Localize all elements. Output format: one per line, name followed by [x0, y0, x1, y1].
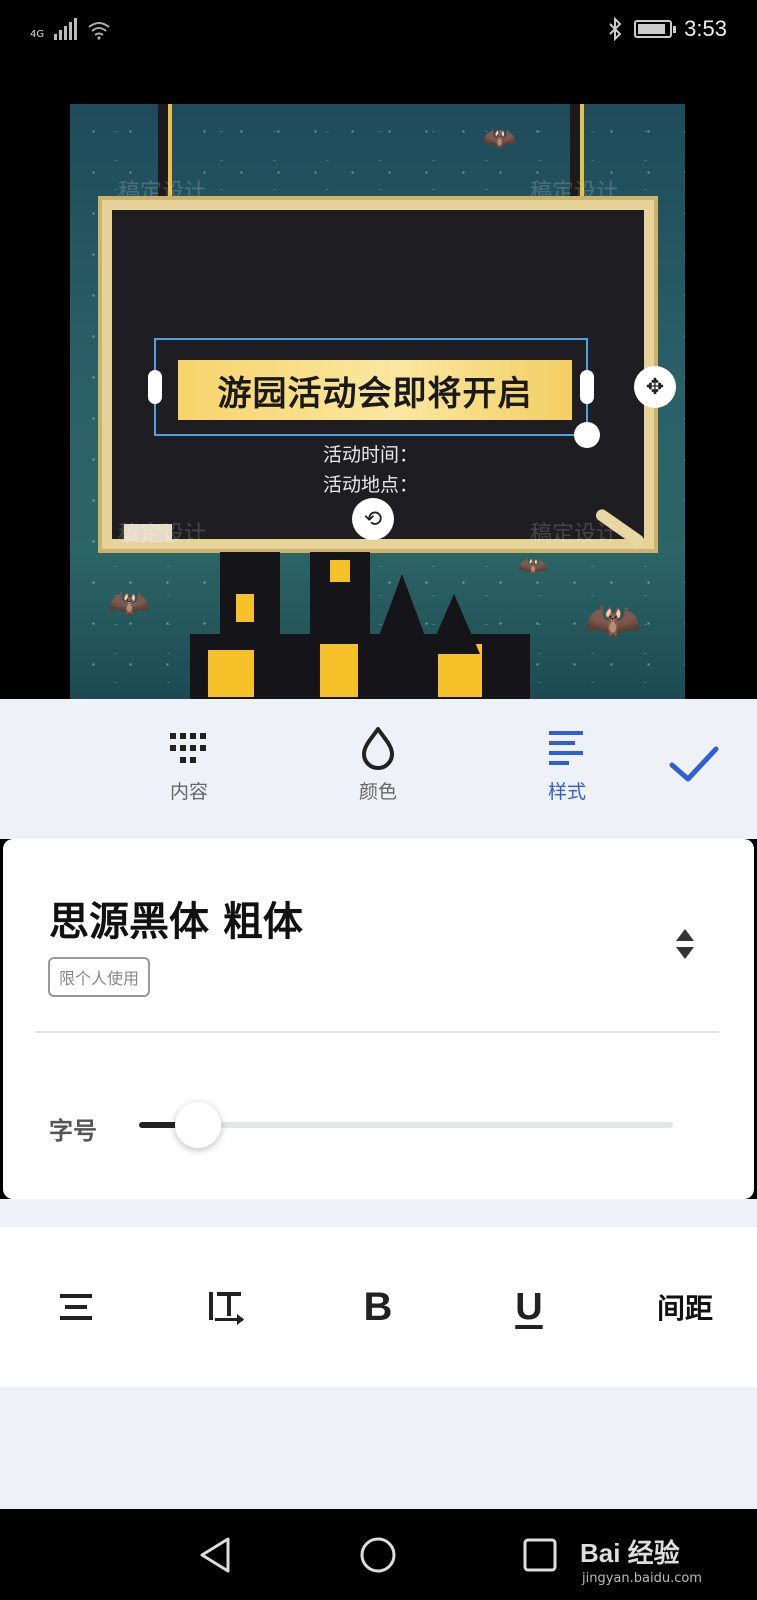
baidu-watermark-url: jingyan.baidu.com [582, 1571, 702, 1586]
resize-handle-right[interactable] [580, 370, 594, 404]
canvas-area[interactable]: 🦇 稿定设计 稿定设计 游园活动会即将开启 ✥ 活动时间： 活动地点： ⟲ 稿定… [0, 64, 757, 699]
title-banner: 游园活动会即将开启 [178, 360, 572, 420]
spacing-button[interactable]: 间距 [640, 1279, 730, 1335]
divider [35, 1031, 719, 1033]
font-name[interactable]: 思源黑体 粗体 [49, 889, 303, 947]
tab-label: 内容 [169, 781, 208, 803]
clock: 3:53 [684, 16, 727, 41]
battery-icon [634, 20, 677, 38]
bat-icon: 🦇 [482, 122, 517, 155]
grid-dots-icon [170, 733, 206, 763]
back-icon[interactable] [190, 1529, 242, 1581]
watermark: 稿定设计 [118, 522, 207, 547]
poster-preview[interactable]: 🦇 稿定设计 稿定设计 游园活动会即将开启 ✥ 活动时间： 活动地点： ⟲ 稿定… [70, 104, 685, 699]
move-icon[interactable]: ✥ [634, 366, 676, 408]
network-type: 4G [30, 29, 45, 40]
poster-place-line: 活动地点： [323, 474, 419, 496]
bold-icon: B [363, 1284, 393, 1329]
spacing-label: 间距 [656, 1292, 713, 1325]
rotate-icon[interactable]: ⟲ [352, 498, 394, 540]
align-center-icon [60, 1294, 92, 1320]
slider-thumb[interactable] [174, 1102, 221, 1148]
font-size-label: 字号 [49, 1117, 97, 1145]
scale-handle[interactable] [574, 422, 600, 448]
baidu-watermark: Bai 经验 [580, 1538, 680, 1568]
section-gap [0, 1199, 757, 1227]
home-icon[interactable] [352, 1529, 404, 1581]
tab-label: 样式 [547, 781, 586, 803]
font-panel: 思源黑体 粗体 限个人使用 字号 [3, 839, 754, 1199]
bat-icon: 🦇 [108, 584, 151, 624]
droplet-icon [362, 727, 394, 770]
tree-silhouette [376, 574, 428, 644]
tab-color[interactable]: 颜色 [323, 725, 433, 804]
underline-button[interactable]: U [489, 1279, 569, 1335]
roof-silhouette [428, 594, 480, 654]
license-badge: 限个人使用 [48, 957, 151, 997]
poster-title[interactable]: 游园活动会即将开启 [218, 366, 533, 415]
recents-icon[interactable] [514, 1529, 566, 1581]
bat-icon: 🦇 [518, 552, 548, 580]
resize-handle-left[interactable] [148, 370, 162, 404]
text-align-icon [549, 731, 583, 765]
vertical-text-icon [209, 1292, 244, 1325]
font-size-slider[interactable] [139, 1102, 673, 1148]
system-nav-bar: Bai 经验 jingyan.baidu.com [0, 1509, 757, 1600]
watermark: 稿定设计 [530, 522, 619, 547]
tab-label: 颜色 [358, 781, 397, 803]
bluetooth-icon [609, 17, 622, 41]
checkmark-icon[interactable] [666, 737, 722, 793]
tab-style[interactable]: 样式 [512, 725, 622, 804]
align-button[interactable] [36, 1279, 116, 1335]
selected-text-box[interactable]: 游园活动会即将开启 [148, 338, 600, 448]
text-style-row: B U 间距 [0, 1227, 757, 1387]
bat-icon: 🦇 [584, 594, 642, 648]
sort-arrows-icon[interactable] [673, 927, 697, 961]
bold-button[interactable]: B [338, 1279, 418, 1335]
underline-icon: U [515, 1285, 543, 1328]
poster-time-line: 活动时间： [323, 444, 419, 466]
panel-bottom-area [0, 1387, 757, 1509]
edit-toolbar: 内容 颜色 样式 [0, 699, 757, 839]
tab-content[interactable]: 内容 [134, 725, 244, 804]
status-bar: 4G 3:53 [0, 0, 757, 64]
wifi-icon [88, 22, 110, 40]
signal-icon [54, 18, 77, 40]
vertical-text-button[interactable] [187, 1279, 267, 1335]
